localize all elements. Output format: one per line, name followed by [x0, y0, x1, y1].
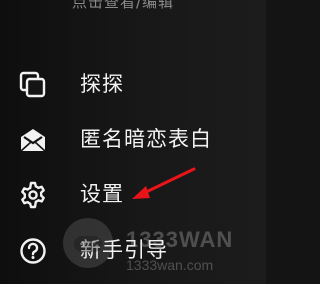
red-arrow-icon — [132, 167, 196, 199]
menu-item-label: 匿名暗恋表白 — [80, 127, 212, 151]
watermark: 1333WAN 1333wan.com — [60, 205, 266, 284]
menu-item-anonymous-confession[interactable]: 匿名暗恋表白 — [0, 113, 266, 163]
watermark-logo — [63, 218, 113, 268]
menu-item-label: 探探 — [80, 72, 124, 96]
menu-item-tantan[interactable]: 探探 — [0, 58, 266, 108]
copy-cards-icon — [18, 70, 48, 100]
profile-edit-hint[interactable]: 点击查看/编辑 — [72, 0, 174, 12]
watermark-url: 1333wan.com — [126, 257, 214, 273]
side-menu-screen: 点击查看/编辑 探探 匿名暗恋表白 设置 新手引导 1333WAN 1333wa… — [0, 0, 266, 284]
watermark-brand: 1333WAN — [126, 227, 234, 252]
gear-icon — [18, 180, 48, 210]
menu-item-label: 设置 — [80, 182, 124, 206]
question-circle-icon — [18, 236, 48, 266]
envelope-icon — [18, 125, 48, 155]
